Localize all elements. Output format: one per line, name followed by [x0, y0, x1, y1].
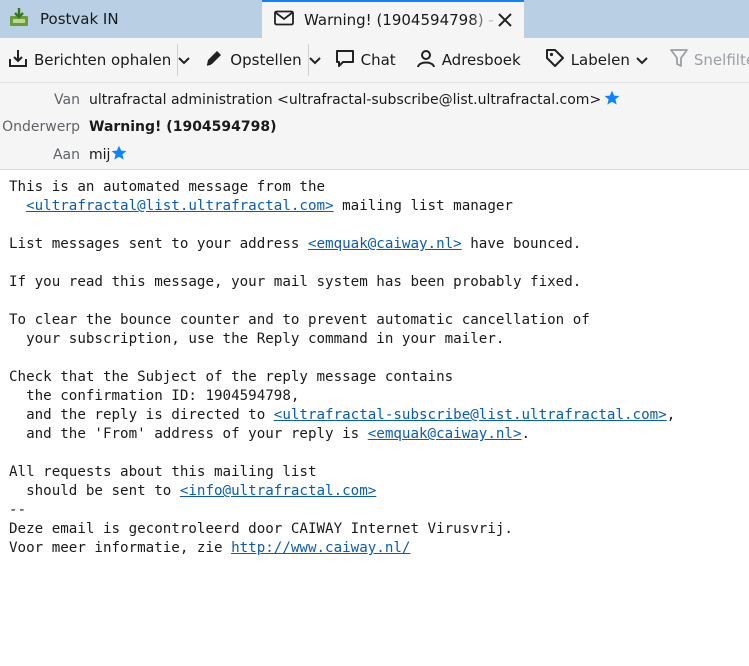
- header-to-row: Aan mij: [0, 144, 127, 166]
- chat-button[interactable]: Chat: [331, 44, 400, 76]
- quick-filter-label: Snelfilter: [693, 51, 749, 69]
- star-icon[interactable]: [604, 90, 620, 110]
- compose-dropdown[interactable]: [307, 44, 321, 76]
- from-field[interactable]: ultrafractal administration <ultrafracta…: [89, 90, 620, 110]
- filter-icon: [670, 48, 688, 72]
- subscribe-address-link[interactable]: <ultrafractal-subscribe@list.ultrafracta…: [274, 407, 667, 423]
- body-line: All requests about this mailing list: [9, 464, 317, 480]
- body-line: Check that the Subject of the reply mess…: [9, 369, 454, 385]
- body-line-empty: [9, 349, 749, 368]
- address-book-icon: [416, 48, 436, 72]
- get-messages-button[interactable]: Berichten ophalen: [4, 44, 175, 76]
- chat-label: Chat: [360, 51, 396, 69]
- tab-inbox-label: Postvak IN: [40, 10, 119, 28]
- mailing-list-link[interactable]: <ultrafractal@list.ultrafractal.com>: [26, 198, 334, 214]
- inbox-download-icon: [8, 6, 30, 32]
- chat-bubble-icon: [335, 48, 355, 72]
- quick-filter-button[interactable]: Snelfilter: [666, 44, 749, 76]
- body-line: Voor meer informatie, zie http://www.cai…: [9, 540, 411, 556]
- header-from-row: Van ultrafractal administration <ultrafr…: [0, 89, 620, 111]
- to-label: Aan: [52, 147, 80, 163]
- subject-value: Warning! (1904594798): [89, 119, 277, 135]
- address-book-label: Adresboek: [441, 51, 521, 69]
- message-body: This is an automated message from the <u…: [0, 170, 749, 558]
- body-line: If you read this message, your mail syst…: [9, 274, 582, 290]
- body-line: and the 'From' address of your reply is …: [9, 426, 531, 442]
- body-line: List messages sent to your address <emqu…: [9, 236, 582, 252]
- label-button-label: Labelen: [570, 51, 630, 69]
- get-messages-dropdown[interactable]: [177, 44, 191, 76]
- body-line: To clear the bounce counter and to preve…: [9, 312, 590, 328]
- body-line-empty: [9, 216, 749, 235]
- body-line-empty: [9, 254, 749, 273]
- subject-label: Onderwerp: [2, 119, 80, 135]
- from-label: Van: [54, 92, 80, 108]
- tab-bar: Postvak IN Warning! (1904594798) - Postv…: [0, 0, 749, 38]
- from-value[interactable]: ultrafractal administration <ultrafracta…: [89, 92, 601, 108]
- body-line: <ultrafractal@list.ultrafractal.com> mai…: [26, 198, 513, 214]
- compose-button[interactable]: Opstellen: [200, 44, 305, 76]
- email-link[interactable]: <emquak@caiway.nl>: [308, 236, 462, 252]
- header-subject-row: Onderwerp Warning! (1904594798): [0, 116, 277, 138]
- star-icon[interactable]: [111, 145, 127, 165]
- close-tab-icon[interactable]: [496, 11, 514, 29]
- body-line-empty: [9, 444, 749, 463]
- tab-message-label: Warning! (1904594798) - Postvak IN: [304, 11, 499, 29]
- body-line: should be sent to <info@ultrafractal.com…: [9, 483, 377, 499]
- to-value[interactable]: mij: [89, 147, 110, 163]
- envelope-icon: [274, 10, 294, 30]
- body-line: the confirmation ID: 1904594798,: [9, 388, 300, 404]
- info-email-link[interactable]: <info@ultrafractal.com>: [180, 483, 376, 499]
- body-line: Deze email is gecontroleerd door CAIWAY …: [9, 521, 513, 537]
- compose-label: Opstellen: [230, 51, 302, 69]
- signature-separator: --: [9, 502, 27, 518]
- to-field[interactable]: mij: [89, 145, 127, 165]
- address-book-button[interactable]: Adresboek: [412, 44, 525, 76]
- chevron-down-icon: [308, 51, 321, 69]
- download-icon: [8, 48, 28, 72]
- chevron-down-icon: [636, 51, 648, 69]
- body-line-empty: [9, 292, 749, 311]
- tag-icon: [545, 48, 565, 72]
- message-toolbar: Berichten ophalen Opstellen Chat Adresbo…: [0, 38, 749, 83]
- get-messages-label: Berichten ophalen: [34, 51, 172, 69]
- tab-inbox[interactable]: Postvak IN: [0, 0, 262, 38]
- email-link[interactable]: <emquak@caiway.nl>: [368, 426, 522, 442]
- message-header: Van ultrafractal administration <ultrafr…: [0, 83, 749, 170]
- body-line: This is an automated message from the: [9, 179, 326, 195]
- chevron-down-icon: [178, 51, 191, 69]
- body-line: and the reply is directed to <ultrafract…: [9, 407, 676, 423]
- pencil-icon: [204, 48, 224, 72]
- tab-message[interactable]: Warning! (1904594798) - Postvak IN: [262, 0, 524, 38]
- label-button[interactable]: Labelen: [541, 44, 652, 76]
- website-link[interactable]: http://www.caiway.nl/: [231, 540, 410, 556]
- body-line: your subscription, use the Reply command…: [9, 331, 505, 347]
